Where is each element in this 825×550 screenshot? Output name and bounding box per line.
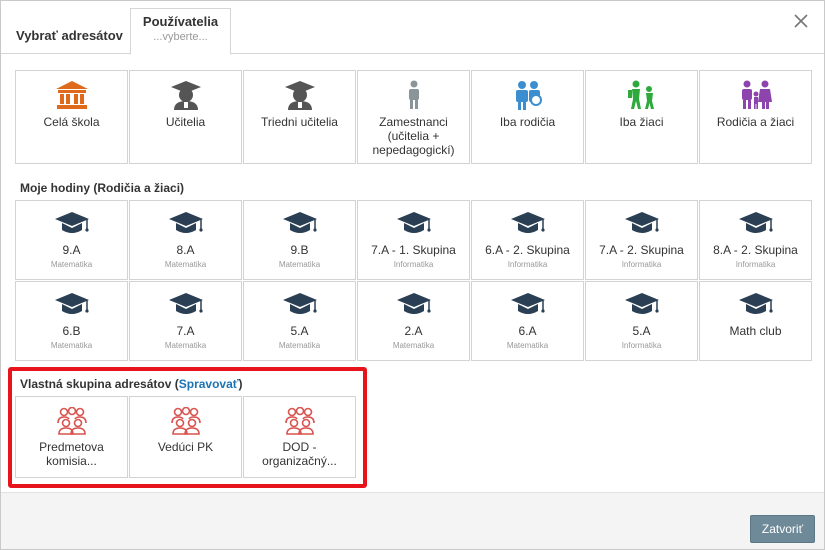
class-tile[interactable]: 5.A Informatika xyxy=(585,281,698,361)
class-tile[interactable]: 6.A - 2. Skupina Informatika xyxy=(471,200,584,280)
audience-label: Celá škola xyxy=(43,115,100,129)
parents-icon xyxy=(515,81,542,110)
class-subject: Matematika xyxy=(164,341,207,350)
group-icon xyxy=(244,407,355,435)
group-icon xyxy=(16,407,127,435)
audience-parents-students[interactable]: Rodičia a žiaci xyxy=(699,70,812,164)
tab-users-label: Používatelia xyxy=(142,14,219,29)
graduation-cap-icon xyxy=(586,211,697,237)
class-subject: Matematika xyxy=(50,341,93,350)
audience-label: Iba žiaci xyxy=(619,115,664,129)
class-subject: Matematika xyxy=(164,260,207,269)
audience-label: Rodičia a žiaci xyxy=(716,115,795,129)
class-subject: Matematika xyxy=(50,260,93,269)
audience-label: Učitelia xyxy=(165,115,206,129)
graduation-cap-icon xyxy=(244,292,355,318)
audience-employees[interactable]: Zamestnanci (učitelia + nepedagogickí) xyxy=(357,70,470,164)
class-teacher-icon xyxy=(284,81,315,110)
graduation-cap-icon xyxy=(586,292,697,318)
custom-group-tile[interactable]: DOD - organizačný... xyxy=(243,396,356,478)
custom-group-tile[interactable]: Vedúci PK xyxy=(129,396,242,478)
graduation-cap-icon xyxy=(16,292,127,318)
class-subject: Matematika xyxy=(506,341,549,350)
class-tile[interactable]: 6.B Matematika xyxy=(15,281,128,361)
class-tile[interactable]: 6.A Matematika xyxy=(471,281,584,361)
group-name: Predmetova komisia... xyxy=(39,440,104,468)
audience-teachers[interactable]: Učitelia xyxy=(129,70,242,164)
family-icon xyxy=(741,80,772,109)
close-button[interactable]: Zatvoriť xyxy=(750,515,815,543)
class-tile[interactable]: Math club xyxy=(699,281,812,361)
class-subject: Informatika xyxy=(621,341,662,350)
class-subject: Informatika xyxy=(735,260,776,269)
class-name: 6.A - 2. Skupina xyxy=(485,243,570,257)
graduation-cap-icon xyxy=(472,292,583,318)
audience-students-only[interactable]: Iba žiaci xyxy=(585,70,698,164)
class-name: 5.A xyxy=(632,324,651,338)
audience-whole-school[interactable]: Celá škola xyxy=(15,70,128,164)
school-building-icon xyxy=(55,81,88,109)
employee-icon xyxy=(408,80,419,109)
class-name: 7.A - 2. Skupina xyxy=(599,243,684,257)
tab-users-subtitle: ...vyberte... xyxy=(153,31,208,43)
custom-group-tile[interactable]: Predmetova komisia... xyxy=(15,396,128,478)
graduation-cap-icon xyxy=(130,292,241,318)
class-name: 6.A xyxy=(518,324,537,338)
class-subject: Informatika xyxy=(393,260,434,269)
class-tile[interactable]: 7.A - 2. Skupina Informatika xyxy=(585,200,698,280)
class-name: 7.A xyxy=(176,324,195,338)
class-name: 6.B xyxy=(62,324,81,338)
graduation-cap-icon xyxy=(472,211,583,237)
students-icon xyxy=(627,80,654,109)
class-name: 7.A - 1. Skupina xyxy=(371,243,456,257)
audience-label: Triedni učitelia xyxy=(261,115,338,129)
graduation-cap-icon xyxy=(358,211,469,237)
class-tile[interactable]: 2.A Matematika xyxy=(357,281,470,361)
class-name: 8.A xyxy=(176,243,195,257)
class-name: 9.B xyxy=(290,243,309,257)
class-tile[interactable]: 5.A Matematika xyxy=(243,281,356,361)
audience-row: Celá škola Učitelia Triedni učitelia Zam… xyxy=(15,70,812,164)
audience-label: Zamestnanci (učitelia + nepedagogickí) xyxy=(372,115,455,157)
class-subject: Matematika xyxy=(392,341,435,350)
tab-users[interactable]: Používatelia ...vyberte... xyxy=(130,8,231,55)
class-subject: Informatika xyxy=(621,260,662,269)
class-name: 2.A xyxy=(404,324,423,338)
dialog-header: Vybrať adresátov Používatelia ...vyberte… xyxy=(1,1,824,55)
graduation-cap-icon xyxy=(700,292,811,318)
class-tile[interactable]: 9.B Matematika xyxy=(243,200,356,280)
dialog-footer: Zatvoriť xyxy=(1,492,824,549)
my-classes-title: Moje hodiny (Rodičia a žiaci) xyxy=(20,181,185,195)
teacher-icon xyxy=(170,81,201,110)
class-tile[interactable]: 8.A Matematika xyxy=(129,200,242,280)
group-icon xyxy=(130,407,241,435)
graduation-cap-icon xyxy=(358,292,469,318)
graduation-cap-icon xyxy=(244,211,355,237)
class-tile[interactable]: 9.A Matematika xyxy=(15,200,128,280)
class-name: Math club xyxy=(729,324,782,338)
audience-label: Iba rodičia xyxy=(499,115,556,129)
group-name: DOD - organizačný... xyxy=(262,440,337,468)
class-subject: Matematika xyxy=(278,260,321,269)
group-name: Vedúci PK xyxy=(157,440,214,454)
custom-groups-row: Predmetova komisia... Vedúci PK DOD - orga… xyxy=(15,396,356,478)
classes-row-2: 6.B Matematika 7.A Matematika 5.A Matematika 2… xyxy=(15,281,812,361)
classes-row-1: 9.A Matematika 8.A Matematika 9.B Matematika 7… xyxy=(15,200,812,280)
class-subject: Informatika xyxy=(507,260,548,269)
graduation-cap-icon xyxy=(16,211,127,237)
close-icon[interactable] xyxy=(792,12,810,30)
class-tile[interactable]: 8.A - 2. Skupina Informatika xyxy=(699,200,812,280)
class-subject: Matematika xyxy=(278,341,321,350)
graduation-cap-icon xyxy=(130,211,241,237)
tab-select-recipients[interactable]: Vybrať adresátov xyxy=(16,28,123,43)
audience-class-teachers[interactable]: Triedni učitelia xyxy=(243,70,356,164)
class-name: 9.A xyxy=(62,243,81,257)
class-tile[interactable]: 7.A - 1. Skupina Informatika xyxy=(357,200,470,280)
class-tile[interactable]: 7.A Matematika xyxy=(129,281,242,361)
class-name: 8.A - 2. Skupina xyxy=(713,243,798,257)
class-name: 5.A xyxy=(290,324,309,338)
graduation-cap-icon xyxy=(700,211,811,237)
recipient-dialog: Vybrať adresátov Používatelia ...vyberte… xyxy=(0,0,825,550)
audience-parents-only[interactable]: Iba rodičia xyxy=(471,70,584,164)
